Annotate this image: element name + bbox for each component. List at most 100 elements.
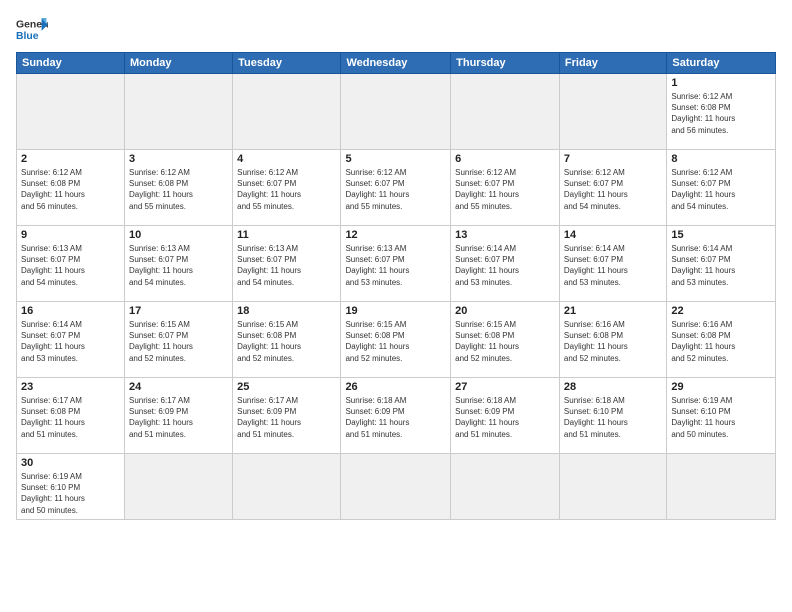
calendar-header-sunday: Sunday [17, 53, 125, 74]
calendar-week-row: 30 Sunrise: 6:19 AM Sunset: 6:10 PM Dayli… [17, 454, 776, 520]
calendar-table: SundayMondayTuesdayWednesdayThursdayFrid… [16, 52, 776, 520]
calendar-header-row: SundayMondayTuesdayWednesdayThursdayFrid… [17, 53, 776, 74]
logo: General Blue [16, 16, 48, 44]
calendar-cell: 21 Sunrise: 6:16 AM Sunset: 6:08 PM Dayli… [559, 302, 666, 378]
day-number: 7 [564, 153, 662, 165]
calendar-cell: 2 Sunrise: 6:12 AM Sunset: 6:08 PM Daylig… [17, 150, 125, 226]
day-number: 24 [129, 381, 228, 393]
calendar-cell: 12 Sunrise: 6:13 AM Sunset: 6:07 PM Dayli… [341, 226, 451, 302]
calendar-cell: 14 Sunrise: 6:14 AM Sunset: 6:07 PM Dayli… [559, 226, 666, 302]
day-info: Sunrise: 6:18 AM Sunset: 6:09 PM Dayligh… [455, 395, 555, 440]
calendar-cell [124, 454, 232, 520]
day-number: 12 [345, 229, 446, 241]
day-number: 10 [129, 229, 228, 241]
calendar-cell: 22 Sunrise: 6:16 AM Sunset: 6:08 PM Dayli… [667, 302, 776, 378]
day-number: 2 [21, 153, 120, 165]
day-number: 22 [671, 305, 771, 317]
calendar-cell: 19 Sunrise: 6:15 AM Sunset: 6:08 PM Dayli… [341, 302, 451, 378]
day-info: Sunrise: 6:13 AM Sunset: 6:07 PM Dayligh… [237, 243, 336, 288]
calendar-cell: 25 Sunrise: 6:17 AM Sunset: 6:09 PM Dayli… [233, 378, 341, 454]
calendar-header-tuesday: Tuesday [233, 53, 341, 74]
day-info: Sunrise: 6:17 AM Sunset: 6:09 PM Dayligh… [129, 395, 228, 440]
calendar-cell: 15 Sunrise: 6:14 AM Sunset: 6:07 PM Dayli… [667, 226, 776, 302]
day-number: 9 [21, 229, 120, 241]
calendar-cell [17, 74, 125, 150]
calendar-cell: 1 Sunrise: 6:12 AM Sunset: 6:08 PM Daylig… [667, 74, 776, 150]
calendar-cell: 23Sunrise: 6:17 AM Sunset: 6:08 PM Dayli… [17, 378, 125, 454]
day-info: Sunrise: 6:14 AM Sunset: 6:07 PM Dayligh… [455, 243, 555, 288]
day-number: 3 [129, 153, 228, 165]
calendar-cell [233, 454, 341, 520]
calendar-cell: 24 Sunrise: 6:17 AM Sunset: 6:09 PM Dayli… [124, 378, 232, 454]
calendar-cell: 7Sunrise: 6:12 AM Sunset: 6:07 PM Daylig… [559, 150, 666, 226]
day-number: 29 [671, 381, 771, 393]
day-number: 1 [671, 77, 771, 89]
calendar-header-wednesday: Wednesday [341, 53, 451, 74]
day-info: Sunrise: 6:14 AM Sunset: 6:07 PM Dayligh… [564, 243, 662, 288]
day-number: 14 [564, 229, 662, 241]
day-number: 15 [671, 229, 771, 241]
calendar-cell [451, 74, 560, 150]
calendar-cell: 30 Sunrise: 6:19 AM Sunset: 6:10 PM Dayli… [17, 454, 125, 520]
calendar-cell [341, 74, 451, 150]
day-number: 26 [345, 381, 446, 393]
calendar-cell: 13 Sunrise: 6:14 AM Sunset: 6:07 PM Dayli… [451, 226, 560, 302]
day-number: 18 [237, 305, 336, 317]
day-info: Sunrise: 6:12 AM Sunset: 6:07 PM Dayligh… [671, 167, 771, 212]
calendar-cell: 27 Sunrise: 6:18 AM Sunset: 6:09 PM Dayli… [451, 378, 560, 454]
day-info: Sunrise: 6:13 AM Sunset: 6:07 PM Dayligh… [345, 243, 446, 288]
day-number: 25 [237, 381, 336, 393]
day-info: Sunrise: 6:12 AM Sunset: 6:08 PM Dayligh… [671, 91, 771, 136]
day-number: 30 [21, 457, 120, 469]
calendar-cell: 3Sunrise: 6:12 AM Sunset: 6:08 PM Daylig… [124, 150, 232, 226]
calendar-cell [559, 74, 666, 150]
calendar-week-row: 23Sunrise: 6:17 AM Sunset: 6:08 PM Dayli… [17, 378, 776, 454]
calendar-cell: 10Sunrise: 6:13 AM Sunset: 6:07 PM Dayli… [124, 226, 232, 302]
day-info: Sunrise: 6:16 AM Sunset: 6:08 PM Dayligh… [564, 319, 662, 364]
calendar-header-friday: Friday [559, 53, 666, 74]
calendar-week-row: 2 Sunrise: 6:12 AM Sunset: 6:08 PM Daylig… [17, 150, 776, 226]
calendar-cell: 6 Sunrise: 6:12 AM Sunset: 6:07 PM Daylig… [451, 150, 560, 226]
calendar-cell: 26Sunrise: 6:18 AM Sunset: 6:09 PM Dayli… [341, 378, 451, 454]
calendar-header-monday: Monday [124, 53, 232, 74]
day-info: Sunrise: 6:16 AM Sunset: 6:08 PM Dayligh… [671, 319, 771, 364]
calendar-cell [451, 454, 560, 520]
calendar-cell: 5 Sunrise: 6:12 AM Sunset: 6:07 PM Daylig… [341, 150, 451, 226]
calendar-cell: 20Sunrise: 6:15 AM Sunset: 6:08 PM Dayli… [451, 302, 560, 378]
day-number: 19 [345, 305, 446, 317]
calendar-cell: 29Sunrise: 6:19 AM Sunset: 6:10 PM Dayli… [667, 378, 776, 454]
day-number: 17 [129, 305, 228, 317]
day-info: Sunrise: 6:12 AM Sunset: 6:07 PM Dayligh… [345, 167, 446, 212]
day-info: Sunrise: 6:19 AM Sunset: 6:10 PM Dayligh… [21, 471, 120, 516]
day-info: Sunrise: 6:12 AM Sunset: 6:07 PM Dayligh… [237, 167, 336, 212]
calendar-cell [124, 74, 232, 150]
calendar-cell: 17 Sunrise: 6:15 AM Sunset: 6:07 PM Dayli… [124, 302, 232, 378]
calendar-cell [667, 454, 776, 520]
day-info: Sunrise: 6:15 AM Sunset: 6:08 PM Dayligh… [237, 319, 336, 364]
day-number: 21 [564, 305, 662, 317]
calendar-cell: 28Sunrise: 6:18 AM Sunset: 6:10 PM Dayli… [559, 378, 666, 454]
day-info: Sunrise: 6:15 AM Sunset: 6:07 PM Dayligh… [129, 319, 228, 364]
calendar-cell: 9Sunrise: 6:13 AM Sunset: 6:07 PM Daylig… [17, 226, 125, 302]
day-number: 20 [455, 305, 555, 317]
day-number: 8 [671, 153, 771, 165]
calendar-header-saturday: Saturday [667, 53, 776, 74]
calendar-cell: 11Sunrise: 6:13 AM Sunset: 6:07 PM Dayli… [233, 226, 341, 302]
day-number: 6 [455, 153, 555, 165]
day-number: 13 [455, 229, 555, 241]
calendar-cell: 8 Sunrise: 6:12 AM Sunset: 6:07 PM Daylig… [667, 150, 776, 226]
day-info: Sunrise: 6:12 AM Sunset: 6:08 PM Dayligh… [21, 167, 120, 212]
day-number: 5 [345, 153, 446, 165]
day-info: Sunrise: 6:12 AM Sunset: 6:07 PM Dayligh… [455, 167, 555, 212]
day-number: 27 [455, 381, 555, 393]
day-info: Sunrise: 6:14 AM Sunset: 6:07 PM Dayligh… [671, 243, 771, 288]
calendar-cell: 16Sunrise: 6:14 AM Sunset: 6:07 PM Dayli… [17, 302, 125, 378]
day-number: 4 [237, 153, 336, 165]
calendar-cell [341, 454, 451, 520]
calendar-cell [559, 454, 666, 520]
calendar-week-row: 9 Sunrise: 6:13 AM Sunset: 6:07 PM Daylig… [17, 226, 776, 302]
day-number: 16 [21, 305, 120, 317]
calendar-cell: 4 Sunrise: 6:12 AM Sunset: 6:07 PM Daylig… [233, 150, 341, 226]
day-info: Sunrise: 6:17 AM Sunset: 6:09 PM Dayligh… [237, 395, 336, 440]
day-info: Sunrise: 6:15 AM Sunset: 6:08 PM Dayligh… [345, 319, 446, 364]
